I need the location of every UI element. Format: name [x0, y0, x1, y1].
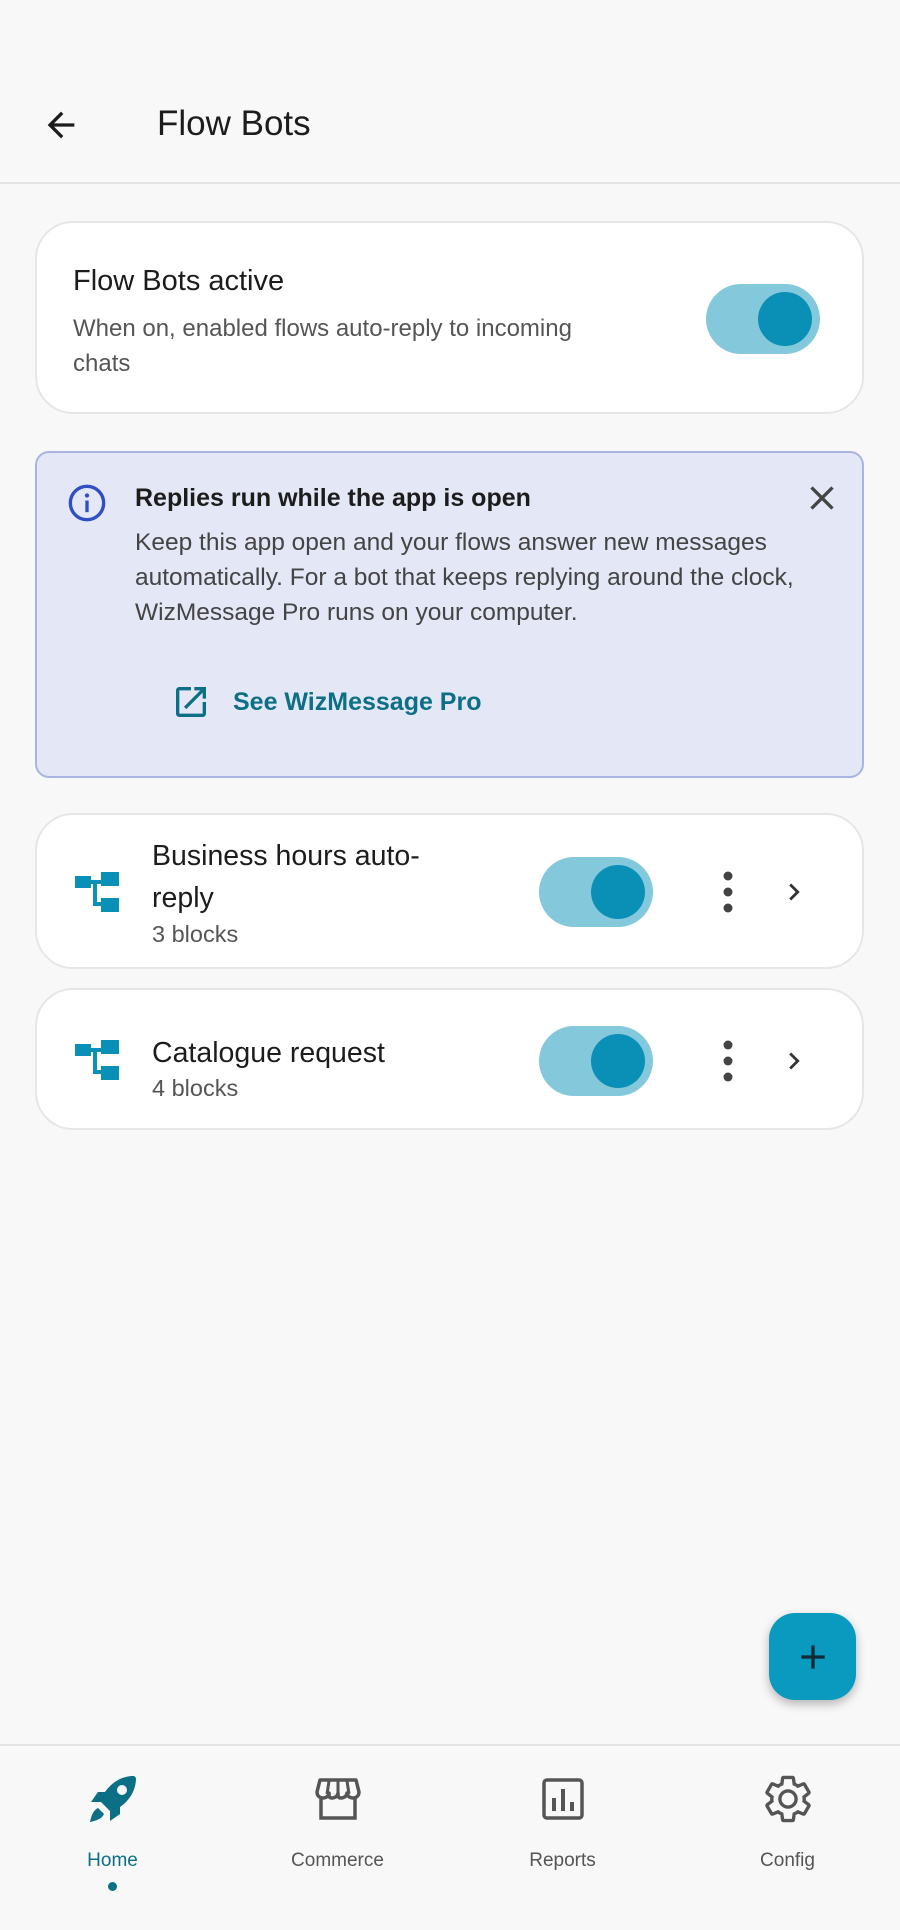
info-banner: Replies run while the app is open Keep t…: [35, 451, 864, 778]
chevron-right-icon[interactable]: [777, 1041, 811, 1081]
master-toggle-description: When on, enabled flows auto-reply to inc…: [73, 315, 572, 377]
bottom-navigation: Home Commerce Reports Config: [0, 1744, 900, 1930]
flow-name: Business hours auto-reply: [152, 840, 420, 914]
close-icon: [810, 486, 834, 510]
more-vert-icon[interactable]: [713, 1036, 743, 1086]
page-title: Flow Bots: [157, 104, 311, 143]
nav-item-commerce[interactable]: Commerce: [225, 1746, 450, 1930]
see-wizmessage-pro-button[interactable]: See WizMessage Pro: [171, 677, 482, 727]
nav-item-config[interactable]: Config: [675, 1746, 900, 1930]
flow-bots-screen: Flow Bots Flow Bots active When on, enab…: [0, 0, 900, 1930]
flow-diagram-icon: [75, 872, 119, 912]
more-vert-icon[interactable]: [713, 867, 743, 917]
toggle-knob: [758, 292, 812, 346]
active-indicator-dot: [108, 1882, 117, 1891]
chevron-right-icon[interactable]: [777, 872, 811, 912]
info-icon: [68, 484, 106, 522]
flow-block-count: 4 blocks: [152, 1075, 239, 1101]
add-flow-button[interactable]: [769, 1613, 856, 1700]
nav-label-commerce: Commerce: [291, 1850, 384, 1871]
toggle-knob: [591, 1034, 645, 1088]
bar-chart-icon: [542, 1778, 584, 1820]
back-button[interactable]: [28, 92, 94, 158]
banner-body: Keep this app open and your flows answer…: [135, 529, 794, 626]
flow-row[interactable]: Business hours auto-reply 3 blocks: [35, 813, 864, 969]
flow-bots-active-toggle[interactable]: [706, 284, 820, 354]
plus-icon: [800, 1644, 825, 1669]
arrow-back-icon: [47, 111, 75, 139]
banner-close-button[interactable]: [802, 478, 842, 518]
flow-enabled-toggle[interactable]: [539, 857, 653, 927]
rocket-icon: [90, 1776, 136, 1822]
gear-icon: [765, 1775, 811, 1823]
storefront-icon: [315, 1778, 361, 1820]
nav-item-home[interactable]: Home: [0, 1746, 225, 1930]
nav-item-reports[interactable]: Reports: [450, 1746, 675, 1930]
banner-title: Replies run while the app is open: [135, 484, 531, 512]
app-bar: Flow Bots: [0, 0, 900, 184]
master-toggle-title: Flow Bots active: [73, 265, 285, 297]
toggle-knob: [591, 865, 645, 919]
flow-enabled-toggle[interactable]: [539, 1026, 653, 1096]
banner-link-label: See WizMessage Pro: [233, 687, 482, 716]
flow-row[interactable]: Catalogue request 4 blocks: [35, 988, 864, 1130]
flow-block-count: 3 blocks: [152, 921, 239, 947]
flow-name: Catalogue request: [152, 1037, 385, 1069]
flow-bots-active-card: Flow Bots active When on, enabled flows …: [35, 221, 864, 414]
nav-label-config: Config: [760, 1850, 815, 1871]
open-external-icon: [176, 687, 206, 717]
nav-label-reports: Reports: [529, 1850, 596, 1871]
nav-label-home: Home: [87, 1850, 138, 1871]
flow-diagram-icon: [75, 1040, 119, 1080]
